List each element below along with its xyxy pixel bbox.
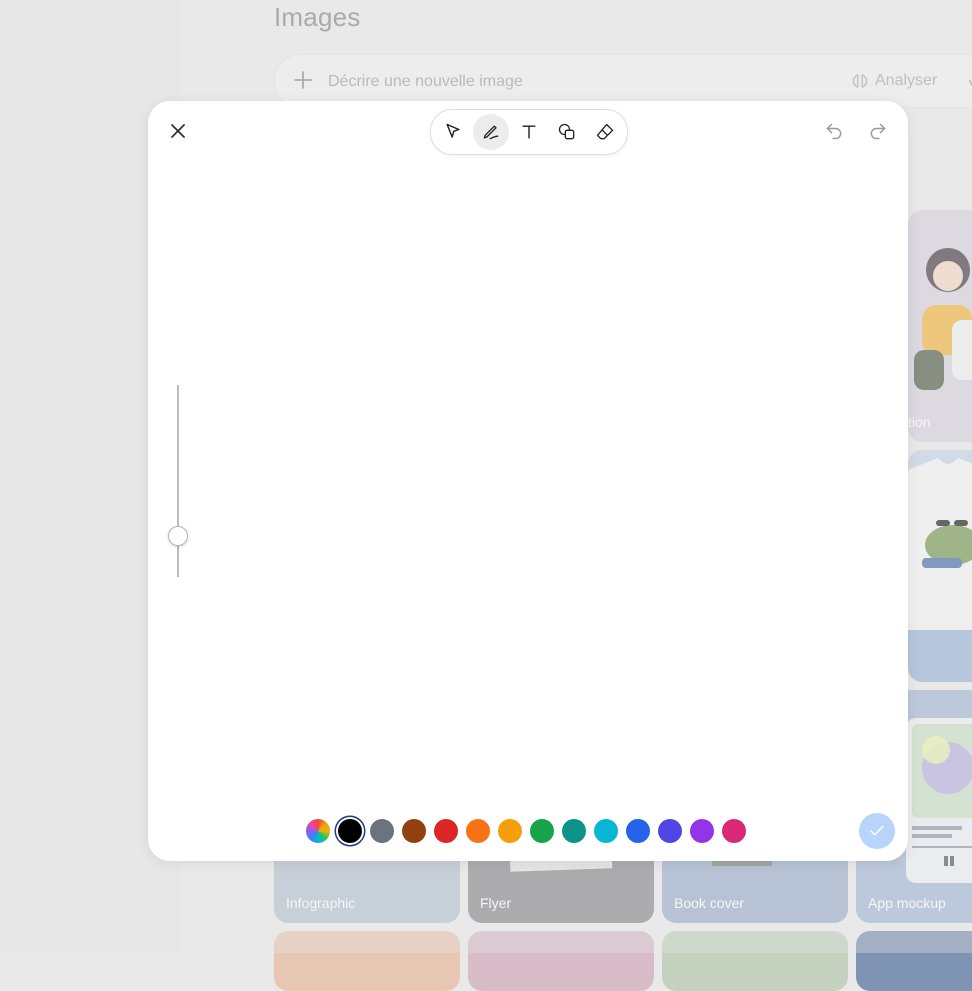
- color-swatch-indigo[interactable]: [658, 819, 682, 843]
- color-swatch-teal[interactable]: [562, 819, 586, 843]
- color-swatch-rainbow[interactable]: [306, 819, 330, 843]
- color-swatch-red[interactable]: [434, 819, 458, 843]
- close-button[interactable]: [164, 117, 192, 145]
- color-swatch-black[interactable]: [338, 819, 362, 843]
- redo-button[interactable]: [866, 119, 890, 143]
- sketch-editor-dialog: [148, 101, 908, 861]
- undo-button[interactable]: [822, 119, 846, 143]
- pointer-icon: [446, 123, 460, 138]
- color-swatch-amber[interactable]: [498, 819, 522, 843]
- color-swatch-cyan[interactable]: [594, 819, 618, 843]
- tool-select[interactable]: [435, 114, 471, 150]
- eraser-icon: [596, 123, 614, 140]
- color-swatch-gray[interactable]: [370, 819, 394, 843]
- color-swatch-blue[interactable]: [626, 819, 650, 843]
- slider-thumb[interactable]: [168, 525, 188, 546]
- slider-track: [177, 385, 179, 577]
- undo-icon: [826, 123, 842, 140]
- close-icon: [171, 124, 185, 138]
- color-swatch-purple[interactable]: [690, 819, 714, 843]
- redo-icon: [870, 123, 886, 140]
- drawing-toolbar: [430, 109, 628, 155]
- tool-shapes[interactable]: [549, 114, 585, 150]
- text-icon: [522, 125, 536, 139]
- pen-icon: [483, 125, 499, 140]
- tool-text[interactable]: [511, 114, 547, 150]
- confirm-button[interactable]: [859, 813, 895, 849]
- tool-draw[interactable]: [473, 114, 509, 150]
- check-icon: [870, 825, 884, 836]
- color-swatch-pink[interactable]: [722, 819, 746, 843]
- color-swatch-brown[interactable]: [402, 819, 426, 843]
- shapes-icon: [558, 123, 575, 140]
- drawing-canvas[interactable]: [208, 161, 848, 801]
- tool-eraser[interactable]: [587, 114, 623, 150]
- color-swatch-orange[interactable]: [466, 819, 490, 843]
- color-swatch-green[interactable]: [530, 819, 554, 843]
